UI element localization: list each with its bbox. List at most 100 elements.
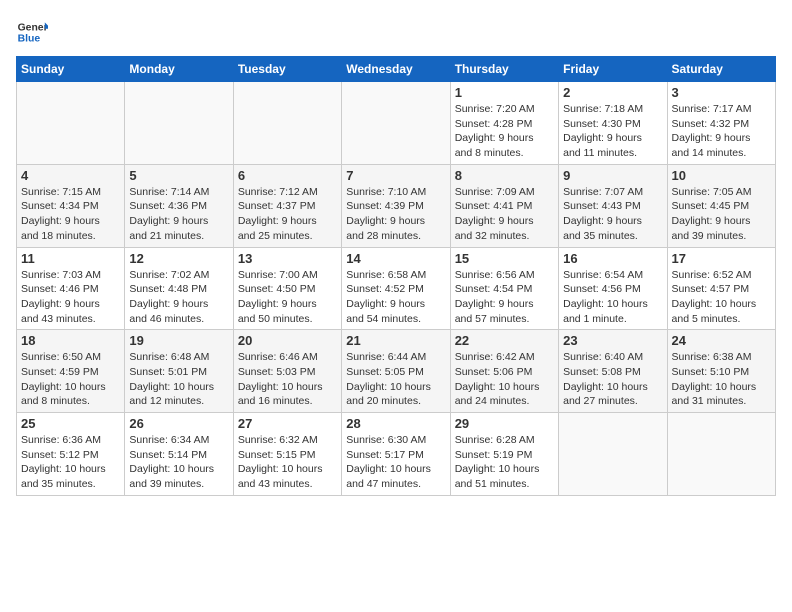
calendar-header: SundayMondayTuesdayWednesdayThursdayFrid… xyxy=(17,57,776,82)
days-of-week-row: SundayMondayTuesdayWednesdayThursdayFrid… xyxy=(17,57,776,82)
day-number: 2 xyxy=(563,85,662,100)
day-info: Sunrise: 7:07 AM Sunset: 4:43 PM Dayligh… xyxy=(563,185,662,244)
day-number: 9 xyxy=(563,168,662,183)
day-number: 14 xyxy=(346,251,445,266)
day-header-friday: Friday xyxy=(559,57,667,82)
calendar-cell: 18Sunrise: 6:50 AM Sunset: 4:59 PM Dayli… xyxy=(17,330,125,413)
calendar-cell: 20 Sunrise: 6:46 AM Sunset: 5:03 PM Dayli… xyxy=(233,330,341,413)
day-number: 21 xyxy=(346,333,445,348)
day-number: 24 xyxy=(672,333,771,348)
calendar-cell: 22 Sunrise: 6:42 AM Sunset: 5:06 PM Dayli… xyxy=(450,330,558,413)
day-header-tuesday: Tuesday xyxy=(233,57,341,82)
calendar-cell: 7Sunrise: 7:10 AM Sunset: 4:39 PM Daylig… xyxy=(342,164,450,247)
week-row-3: 11 Sunrise: 7:03 AM Sunset: 4:46 PM Dayli… xyxy=(17,247,776,330)
day-header-sunday: Sunday xyxy=(17,57,125,82)
day-number: 15 xyxy=(455,251,554,266)
page-header: General Blue xyxy=(16,16,776,48)
calendar-cell: 26Sunrise: 6:34 AM Sunset: 5:14 PM Dayli… xyxy=(125,413,233,496)
day-info: Sunrise: 6:56 AM Sunset: 4:54 PM Dayligh… xyxy=(455,268,554,327)
day-info: Sunrise: 6:58 AM Sunset: 4:52 PM Dayligh… xyxy=(346,268,445,327)
day-number: 10 xyxy=(672,168,771,183)
calendar-cell: 14 Sunrise: 6:58 AM Sunset: 4:52 PM Dayli… xyxy=(342,247,450,330)
calendar-cell: 28 Sunrise: 6:30 AM Sunset: 5:17 PM Dayli… xyxy=(342,413,450,496)
calendar-cell: 23Sunrise: 6:40 AM Sunset: 5:08 PM Dayli… xyxy=(559,330,667,413)
calendar-table: SundayMondayTuesdayWednesdayThursdayFrid… xyxy=(16,56,776,496)
svg-text:Blue: Blue xyxy=(18,34,41,45)
calendar-cell: 10 Sunrise: 7:05 AM Sunset: 4:45 PM Dayli… xyxy=(667,164,775,247)
calendar-cell: 4 Sunrise: 7:15 AM Sunset: 4:34 PM Daylig… xyxy=(17,164,125,247)
day-info: Sunrise: 7:05 AM Sunset: 4:45 PM Dayligh… xyxy=(672,185,771,244)
day-info: Sunrise: 7:18 AM Sunset: 4:30 PM Dayligh… xyxy=(563,102,662,161)
day-info: Sunrise: 6:38 AM Sunset: 5:10 PM Dayligh… xyxy=(672,350,771,409)
calendar-cell: 1 Sunrise: 7:20 AM Sunset: 4:28 PM Daylig… xyxy=(450,82,558,165)
calendar-cell xyxy=(559,413,667,496)
day-header-monday: Monday xyxy=(125,57,233,82)
day-info: Sunrise: 7:03 AM Sunset: 4:46 PM Dayligh… xyxy=(21,268,120,327)
day-number: 17 xyxy=(672,251,771,266)
calendar-cell xyxy=(233,82,341,165)
day-number: 16 xyxy=(563,251,662,266)
calendar-cell xyxy=(667,413,775,496)
calendar-cell: 25 Sunrise: 6:36 AM Sunset: 5:12 PM Dayli… xyxy=(17,413,125,496)
day-info: Sunrise: 7:02 AM Sunset: 4:48 PM Dayligh… xyxy=(129,268,228,327)
week-row-5: 25 Sunrise: 6:36 AM Sunset: 5:12 PM Dayli… xyxy=(17,413,776,496)
calendar-cell: 19 Sunrise: 6:48 AM Sunset: 5:01 PM Dayli… xyxy=(125,330,233,413)
calendar-cell: 17 Sunrise: 6:52 AM Sunset: 4:57 PM Dayli… xyxy=(667,247,775,330)
calendar-cell: 24 Sunrise: 6:38 AM Sunset: 5:10 PM Dayli… xyxy=(667,330,775,413)
calendar-cell xyxy=(17,82,125,165)
day-number: 25 xyxy=(21,416,120,431)
logo: General Blue xyxy=(16,16,52,48)
day-number: 26 xyxy=(129,416,228,431)
day-header-wednesday: Wednesday xyxy=(342,57,450,82)
calendar-cell: 3 Sunrise: 7:17 AM Sunset: 4:32 PM Daylig… xyxy=(667,82,775,165)
calendar-cell: 9 Sunrise: 7:07 AM Sunset: 4:43 PM Daylig… xyxy=(559,164,667,247)
calendar-cell: 21 Sunrise: 6:44 AM Sunset: 5:05 PM Dayli… xyxy=(342,330,450,413)
day-info: Sunrise: 7:17 AM Sunset: 4:32 PM Dayligh… xyxy=(672,102,771,161)
calendar-cell: 29Sunrise: 6:28 AM Sunset: 5:19 PM Dayli… xyxy=(450,413,558,496)
calendar-cell xyxy=(342,82,450,165)
day-number: 13 xyxy=(238,251,337,266)
day-header-saturday: Saturday xyxy=(667,57,775,82)
day-number: 19 xyxy=(129,333,228,348)
day-number: 12 xyxy=(129,251,228,266)
day-number: 1 xyxy=(455,85,554,100)
week-row-2: 4 Sunrise: 7:15 AM Sunset: 4:34 PM Daylig… xyxy=(17,164,776,247)
day-number: 3 xyxy=(672,85,771,100)
calendar-cell: 11 Sunrise: 7:03 AM Sunset: 4:46 PM Dayli… xyxy=(17,247,125,330)
day-info: Sunrise: 6:44 AM Sunset: 5:05 PM Dayligh… xyxy=(346,350,445,409)
day-info: Sunrise: 6:36 AM Sunset: 5:12 PM Dayligh… xyxy=(21,433,120,492)
calendar-cell: 8Sunrise: 7:09 AM Sunset: 4:41 PM Daylig… xyxy=(450,164,558,247)
day-info: Sunrise: 7:14 AM Sunset: 4:36 PM Dayligh… xyxy=(129,185,228,244)
day-header-thursday: Thursday xyxy=(450,57,558,82)
day-number: 11 xyxy=(21,251,120,266)
day-info: Sunrise: 7:15 AM Sunset: 4:34 PM Dayligh… xyxy=(21,185,120,244)
calendar-cell xyxy=(125,82,233,165)
svg-text:General: General xyxy=(18,22,48,33)
calendar-cell: 16Sunrise: 6:54 AM Sunset: 4:56 PM Dayli… xyxy=(559,247,667,330)
calendar-cell: 6 Sunrise: 7:12 AM Sunset: 4:37 PM Daylig… xyxy=(233,164,341,247)
day-info: Sunrise: 6:48 AM Sunset: 5:01 PM Dayligh… xyxy=(129,350,228,409)
day-number: 8 xyxy=(455,168,554,183)
day-number: 6 xyxy=(238,168,337,183)
week-row-4: 18Sunrise: 6:50 AM Sunset: 4:59 PM Dayli… xyxy=(17,330,776,413)
day-info: Sunrise: 6:46 AM Sunset: 5:03 PM Dayligh… xyxy=(238,350,337,409)
day-info: Sunrise: 6:32 AM Sunset: 5:15 PM Dayligh… xyxy=(238,433,337,492)
day-info: Sunrise: 6:52 AM Sunset: 4:57 PM Dayligh… xyxy=(672,268,771,327)
day-number: 18 xyxy=(21,333,120,348)
calendar-cell: 5Sunrise: 7:14 AM Sunset: 4:36 PM Daylig… xyxy=(125,164,233,247)
day-number: 22 xyxy=(455,333,554,348)
calendar-cell: 13Sunrise: 7:00 AM Sunset: 4:50 PM Dayli… xyxy=(233,247,341,330)
day-info: Sunrise: 7:20 AM Sunset: 4:28 PM Dayligh… xyxy=(455,102,554,161)
day-info: Sunrise: 6:30 AM Sunset: 5:17 PM Dayligh… xyxy=(346,433,445,492)
day-info: Sunrise: 6:42 AM Sunset: 5:06 PM Dayligh… xyxy=(455,350,554,409)
calendar-cell: 2 Sunrise: 7:18 AM Sunset: 4:30 PM Daylig… xyxy=(559,82,667,165)
calendar-body: 1 Sunrise: 7:20 AM Sunset: 4:28 PM Daylig… xyxy=(17,82,776,496)
day-info: Sunrise: 6:40 AM Sunset: 5:08 PM Dayligh… xyxy=(563,350,662,409)
day-number: 28 xyxy=(346,416,445,431)
day-number: 20 xyxy=(238,333,337,348)
day-info: Sunrise: 7:12 AM Sunset: 4:37 PM Dayligh… xyxy=(238,185,337,244)
day-number: 7 xyxy=(346,168,445,183)
day-number: 4 xyxy=(21,168,120,183)
day-info: Sunrise: 6:28 AM Sunset: 5:19 PM Dayligh… xyxy=(455,433,554,492)
calendar-cell: 15 Sunrise: 6:56 AM Sunset: 4:54 PM Dayli… xyxy=(450,247,558,330)
